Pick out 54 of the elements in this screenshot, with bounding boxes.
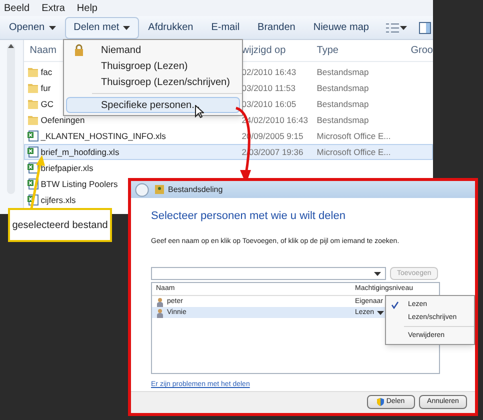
view-options-icon[interactable] [386, 22, 400, 32]
column-header[interactable]: Groo [406, 43, 433, 58]
menu-option[interactable]: Niemand [66, 42, 240, 58]
caret-icon [374, 272, 381, 276]
callout-label: geselecteerd bestand [8, 208, 112, 242]
toolbar-button[interactable]: Openen [0, 16, 65, 38]
scrollbar[interactable] [7, 44, 16, 194]
file-name[interactable]: _KLANTEN_HOSTING_INFO.xls [40, 130, 166, 142]
file-name[interactable]: GC [40, 98, 54, 110]
file-name[interactable]: brief_m_hoofding.xls [40, 146, 120, 158]
spreadsheet-icon [26, 146, 39, 158]
menu-option[interactable]: Thuisgroep (Lezen) [66, 58, 240, 74]
column-header[interactable]: Type [316, 43, 407, 58]
lock-icon [74, 44, 84, 56]
folder-icon [26, 82, 39, 94]
file-name[interactable]: BTW Listing Poolers [40, 178, 118, 190]
dialog-title: Bestandsdeling [168, 184, 223, 196]
file-name[interactable]: fur [40, 82, 51, 94]
menu-item[interactable]: Extra [42, 0, 65, 16]
permission-caret-icon [377, 310, 384, 315]
caret-icon [123, 26, 130, 30]
folder-icon [26, 114, 39, 126]
menu-item[interactable]: Beeld [4, 0, 30, 16]
folder-icon [26, 98, 39, 110]
name-combo-field[interactable] [151, 267, 386, 280]
file-name[interactable]: Oefeningen [40, 114, 85, 126]
toolbar-button[interactable]: Delen met [64, 16, 140, 38]
toolbar-button[interactable]: Afdrukken [139, 16, 202, 38]
file-type: Bestandsmap [316, 66, 370, 78]
spreadsheet-icon [26, 130, 39, 142]
toolbar-button[interactable]: E-mail [202, 16, 249, 38]
toolbar-button[interactable]: Branden [248, 16, 304, 38]
share-icon [155, 185, 164, 194]
view-caret-icon [400, 26, 407, 30]
file-type: Microsoft Office E... [316, 130, 392, 142]
shield-icon [377, 398, 384, 406]
file-type: Bestandsmap [316, 114, 370, 126]
file-type: Bestandsmap [316, 82, 370, 94]
file-name[interactable]: cijfers.xls [40, 194, 76, 206]
folder-icon [26, 66, 39, 78]
file-name[interactable]: fac [40, 66, 52, 78]
spreadsheet-icon [26, 162, 39, 174]
menu-option[interactable]: Specifieke personen... [66, 97, 240, 113]
preview-pane-icon[interactable] [418, 22, 431, 34]
file-name[interactable]: briefpapier.xls [40, 162, 94, 174]
toolbar-button[interactable]: Nieuwe map [304, 16, 378, 38]
menu-option[interactable]: Thuisgroep (Lezen/schrijven) [66, 74, 240, 90]
caret-icon [48, 26, 56, 30]
menu-item[interactable]: Help [76, 0, 98, 16]
file-type: Bestandsmap [316, 98, 370, 110]
file-type: Microsoft Office E... [316, 146, 392, 158]
scroll-up-icon[interactable] [8, 44, 14, 48]
dialog-heading: Selecteer personen met wie u wilt delen [151, 209, 346, 224]
back-button[interactable] [135, 182, 149, 197]
